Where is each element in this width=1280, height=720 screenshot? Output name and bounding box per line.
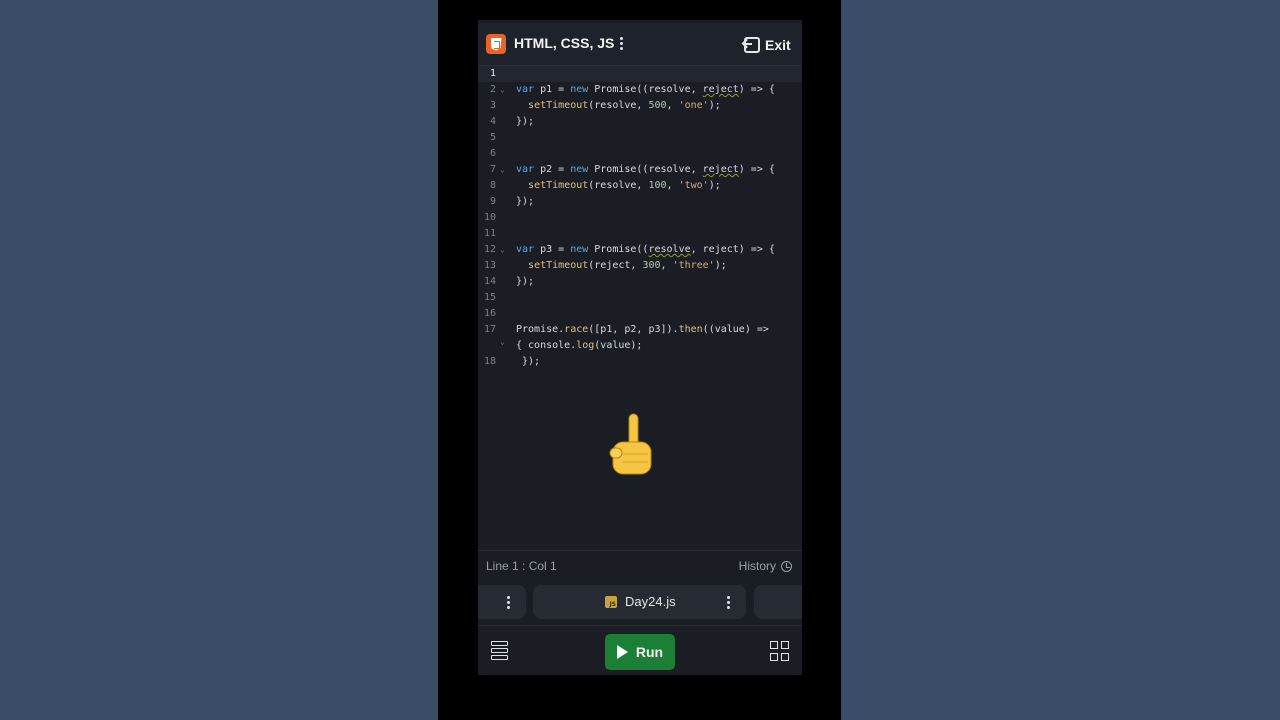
fold-chevron-icon[interactable]: ⌄	[500, 82, 508, 98]
top-bar: HTML, CSS, JS Exit	[478, 23, 802, 66]
tab-more-icon[interactable]	[505, 596, 511, 610]
history-label: History	[738, 559, 776, 573]
app-title: HTML, CSS, JS	[514, 35, 615, 51]
bottom-toolbar: Run	[478, 625, 802, 675]
code-line[interactable]: 17 Promise.race([p1, p2, p3]).then((valu…	[478, 322, 802, 338]
code-editor[interactable]: 1 2 ⌄ var p1 = new Promise((resolve, rej…	[478, 66, 802, 550]
line-number: 4	[489, 116, 496, 127]
exit-icon	[743, 37, 760, 53]
line-number: 8	[489, 180, 496, 191]
line-number: 17	[483, 324, 496, 335]
line-number: 5	[489, 132, 496, 143]
grid-icon[interactable]	[770, 641, 790, 661]
line-number: 9	[489, 196, 496, 207]
run-label: Run	[635, 644, 664, 660]
file-tab-label: Day24.js	[625, 594, 676, 609]
exit-label: Exit	[765, 37, 791, 53]
app-screen: HTML, CSS, JS Exit 1 2 ⌄ var p1 = new Pr…	[478, 20, 802, 675]
code-line[interactable]: 11	[478, 226, 802, 242]
more-options-icon[interactable]	[618, 37, 624, 53]
editor-status-bar: Line 1 : Col 1 History	[478, 550, 802, 581]
fold-chevron-icon[interactable]: ⌄	[500, 162, 508, 178]
code-line[interactable]: 13 setTimeout(reject, 300, 'three');	[478, 258, 802, 274]
line-number: 13	[483, 260, 496, 271]
fold-chevron-icon[interactable]: ⌄	[500, 242, 508, 258]
code-line[interactable]: 6	[478, 146, 802, 162]
code-line[interactable]: 14 });	[478, 274, 802, 290]
code-text: var p1 = new Promise((resolve, reject) =…	[516, 84, 775, 95]
code-line[interactable]: 8 setTimeout(resolve, 100, 'two');	[478, 178, 802, 194]
line-number: 2	[489, 84, 496, 95]
line-number: 12	[483, 244, 496, 255]
js-file-icon: JS	[605, 596, 617, 608]
layers-icon[interactable]	[491, 641, 508, 660]
line-number: 16	[483, 308, 496, 319]
background-left	[0, 0, 438, 720]
code-text: { console.log(value);	[516, 340, 643, 351]
code-text: setTimeout(resolve, 100, 'two');	[528, 180, 721, 191]
cursor-position: Line 1 : Col 1	[486, 559, 557, 573]
line-number: 7	[489, 164, 496, 175]
fold-chevron-icon[interactable]: ⌄	[500, 334, 508, 350]
code-line[interactable]: ⌄ { console.log(value);	[478, 337, 802, 354]
code-line[interactable]: 5	[478, 130, 802, 146]
code-line[interactable]: 16	[478, 306, 802, 322]
line-number: 11	[483, 228, 496, 239]
background-right	[841, 0, 1280, 720]
code-line[interactable]: 1	[478, 66, 802, 82]
code-text: });	[516, 116, 535, 127]
history-button[interactable]: History	[739, 559, 792, 573]
code-line[interactable]: 4 });	[478, 114, 802, 130]
line-number: 6	[489, 148, 496, 159]
tab-more-icon[interactable]	[725, 596, 731, 610]
code-line[interactable]: 7 ⌄ var p2 = new Promise((resolve, rejec…	[478, 162, 802, 178]
line-number: 18	[483, 356, 496, 367]
file-tab-bar: JS Day24.js	[478, 583, 802, 621]
file-tab-active[interactable]: JS Day24.js	[533, 585, 746, 619]
pointing-hand-icon	[609, 413, 652, 475]
code-text: });	[516, 276, 535, 287]
html5-icon	[486, 34, 506, 54]
play-icon	[616, 645, 628, 659]
code-line[interactable]: 2 ⌄ var p1 = new Promise((resolve, rejec…	[478, 82, 802, 98]
code-text: var p2 = new Promise((resolve, reject) =…	[516, 164, 775, 175]
line-number: 15	[483, 292, 496, 303]
history-icon	[781, 560, 792, 572]
code-text: Promise.race([p1, p2, p3]).then((value) …	[516, 324, 769, 335]
line-number: 3	[489, 100, 496, 111]
code-line[interactable]: 15	[478, 290, 802, 306]
code-text: });	[516, 356, 541, 367]
line-number: 14	[483, 276, 496, 287]
run-button[interactable]: Run	[605, 634, 675, 670]
code-line[interactable]: 9 });	[478, 194, 802, 210]
line-number: 1	[489, 68, 496, 79]
code-text: var p3 = new Promise((resolve, reject) =…	[516, 244, 775, 255]
code-text: setTimeout(resolve, 500, 'one');	[528, 100, 721, 111]
exit-button[interactable]: Exit	[743, 33, 798, 57]
code-line[interactable]: 18 });	[478, 354, 802, 370]
line-number: 10	[483, 212, 496, 223]
code-text: });	[516, 196, 535, 207]
code-line[interactable]: 10	[478, 210, 802, 226]
file-tab-next[interactable]	[754, 585, 802, 619]
code-line[interactable]: 3 setTimeout(resolve, 500, 'one');	[478, 98, 802, 114]
file-tab-previous[interactable]	[478, 585, 526, 619]
code-text: setTimeout(reject, 300, 'three');	[528, 260, 727, 271]
code-line[interactable]: 12 ⌄ var p3 = new Promise((resolve, reje…	[478, 242, 802, 258]
